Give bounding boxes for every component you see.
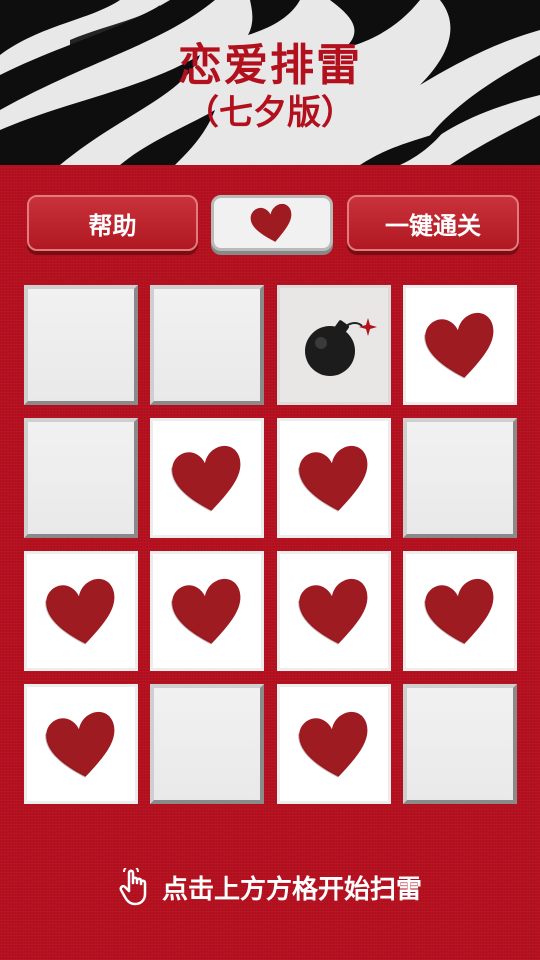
grid-cell-r3-c4-heart[interactable] xyxy=(403,551,517,671)
header: 恋爱排雷 （七夕版） xyxy=(0,0,540,165)
grid-cell-r1-c1-hidden[interactable] xyxy=(24,285,138,405)
grid-cell-r2-c4-hidden[interactable] xyxy=(403,418,517,538)
heart-icon xyxy=(171,578,241,645)
game-title: 恋爱排雷 xyxy=(178,40,362,91)
grid-cell-r2-c2-heart[interactable] xyxy=(150,418,264,538)
heart-icon xyxy=(424,578,494,645)
hint-bar: 点击上方方格开始扫雷 xyxy=(0,868,540,906)
grid-cell-r4-c4-hidden[interactable] xyxy=(403,684,517,804)
grid-cell-r4-c2-hidden[interactable] xyxy=(150,684,264,804)
grid-cell-r2-c3-heart[interactable] xyxy=(277,418,391,538)
heart-icon xyxy=(424,312,494,379)
heart-icon xyxy=(298,578,368,645)
heart-icon xyxy=(298,711,368,778)
grid-cell-r1-c2-hidden[interactable] xyxy=(150,285,264,405)
heart-icon xyxy=(171,445,241,512)
one-click-pass-label: 一键通关 xyxy=(385,211,481,240)
grid-cell-r4-c3-heart[interactable] xyxy=(277,684,391,804)
grid-cell-r4-c1-heart[interactable] xyxy=(24,684,138,804)
grid-cell-r3-c1-heart[interactable] xyxy=(24,551,138,671)
one-click-pass-button[interactable]: 一键通关 xyxy=(347,195,519,251)
grid-cell-r1-c4-heart[interactable] xyxy=(403,285,517,405)
grid-cell-r3-c3-heart[interactable] xyxy=(277,551,391,671)
heart-icon xyxy=(250,203,292,242)
heart-icon xyxy=(298,445,368,512)
grid-cell-r3-c2-heart[interactable] xyxy=(150,551,264,671)
bomb-icon xyxy=(305,318,377,376)
tap-hand-icon xyxy=(119,868,147,906)
help-button-label: 帮助 xyxy=(88,211,137,240)
heart-status-button[interactable] xyxy=(211,195,333,251)
hint-text: 点击上方方格开始扫雷 xyxy=(161,874,422,905)
heart-icon xyxy=(45,711,115,778)
heart-icon xyxy=(45,578,115,645)
game-subtitle: （七夕版） xyxy=(185,93,355,133)
grid-cell-r2-c1-hidden[interactable] xyxy=(24,418,138,538)
help-button[interactable]: 帮助 xyxy=(27,195,198,251)
title-block: 恋爱排雷 （七夕版） xyxy=(0,40,540,134)
game-screen: 恋爱排雷 （七夕版） 帮助 一键通关 点击上方方格开始扫雷 xyxy=(0,0,540,960)
grid-cell-r1-c3-bomb[interactable] xyxy=(277,285,391,405)
